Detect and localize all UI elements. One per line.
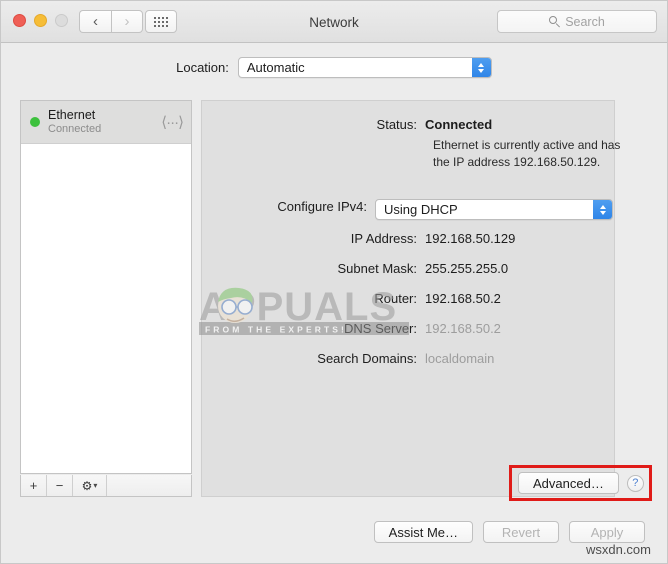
search-domains-value: localdomain xyxy=(425,351,494,366)
toolbar-filler xyxy=(107,475,191,496)
advanced-highlight-box: Advanced… ? xyxy=(509,465,652,501)
search-domains-label: Search Domains: xyxy=(307,351,425,366)
search-field[interactable]: Search xyxy=(497,10,657,33)
configure-ipv4-row: Configure IPv4: Using DHCP xyxy=(257,199,613,220)
services-list[interactable]: Ethernet Connected ⟨···⟩ xyxy=(20,100,192,474)
dns-server-value: 192.168.50.2 xyxy=(425,321,501,336)
gear-icon: ⚙ xyxy=(82,479,93,493)
remove-service-button[interactable]: − xyxy=(47,475,73,496)
sidebar-item-ethernet-name: Ethernet xyxy=(48,108,161,122)
location-value: Automatic xyxy=(239,60,305,75)
location-dropdown[interactable]: Automatic xyxy=(238,57,492,78)
site-watermark: wsxdn.com xyxy=(586,542,651,557)
subnet-mask-value: 255.255.255.0 xyxy=(425,261,508,276)
service-actions-button[interactable]: ⚙ ▾ xyxy=(73,475,107,496)
dns-server-label: DNS Server: xyxy=(307,321,425,336)
ip-address-row: IP Address: 192.168.50.129 xyxy=(307,231,515,246)
ethernet-connector-icon: ⟨···⟩ xyxy=(161,113,183,131)
apply-button: Apply xyxy=(569,521,645,543)
location-stepper-icon[interactable] xyxy=(472,58,491,77)
configure-ipv4-stepper-icon[interactable] xyxy=(593,200,612,219)
configure-ipv4-value: Using DHCP xyxy=(376,202,458,217)
configure-ipv4-dropdown[interactable]: Using DHCP xyxy=(375,199,613,220)
advanced-button-label: Advanced… xyxy=(533,476,604,491)
revert-button: Revert xyxy=(483,521,559,543)
bottom-button-bar: Assist Me… Revert Apply xyxy=(1,521,667,543)
question-mark-icon: ? xyxy=(632,477,638,489)
add-service-button[interactable]: + xyxy=(21,475,47,496)
router-value: 192.168.50.2 xyxy=(425,291,501,306)
ip-address-label: IP Address: xyxy=(307,231,425,246)
status-row: Status: Connected xyxy=(307,117,492,132)
network-preferences-window: ‹ › Network Search Location: Automatic xyxy=(0,0,668,564)
status-label: Status: xyxy=(307,117,425,132)
router-label: Router: xyxy=(307,291,425,306)
status-indicator-icon xyxy=(30,117,40,127)
help-button[interactable]: ? xyxy=(627,475,644,492)
revert-label: Revert xyxy=(502,525,540,540)
status-value: Connected xyxy=(425,117,492,132)
dns-server-row: DNS Server: 192.168.50.2 xyxy=(307,321,501,336)
location-row: Location: Automatic xyxy=(1,57,667,78)
chevron-down-icon: ▾ xyxy=(93,481,97,490)
search-domains-row: Search Domains: localdomain xyxy=(307,351,494,366)
minus-icon: − xyxy=(56,478,64,493)
search-placeholder: Search xyxy=(565,15,605,29)
subnet-mask-label: Subnet Mask: xyxy=(307,261,425,276)
ip-address-value: 192.168.50.129 xyxy=(425,231,515,246)
services-list-toolbar: + − ⚙ ▾ xyxy=(20,475,192,497)
advanced-button[interactable]: Advanced… xyxy=(518,472,619,494)
assist-me-label: Assist Me… xyxy=(389,525,458,540)
plus-icon: + xyxy=(30,478,38,493)
location-label: Location: xyxy=(176,60,229,75)
search-icon xyxy=(549,16,560,27)
window-title-text: Network xyxy=(309,15,359,30)
sidebar-item-ethernet[interactable]: Ethernet Connected ⟨···⟩ xyxy=(21,101,191,144)
router-row: Router: 192.168.50.2 xyxy=(307,291,501,306)
assist-me-button[interactable]: Assist Me… xyxy=(374,521,473,543)
sidebar-item-ethernet-status: Connected xyxy=(48,123,161,136)
subnet-mask-row: Subnet Mask: 255.255.255.0 xyxy=(307,261,508,276)
apply-label: Apply xyxy=(591,525,624,540)
sidebar-item-ethernet-text: Ethernet Connected xyxy=(48,108,161,135)
window-titlebar: ‹ › Network Search xyxy=(1,1,667,43)
status-description: Ethernet is currently active and has the… xyxy=(433,137,633,171)
configure-ipv4-label: Configure IPv4: xyxy=(257,199,375,214)
service-detail-panel: Status: Connected Ethernet is currently … xyxy=(201,100,615,497)
